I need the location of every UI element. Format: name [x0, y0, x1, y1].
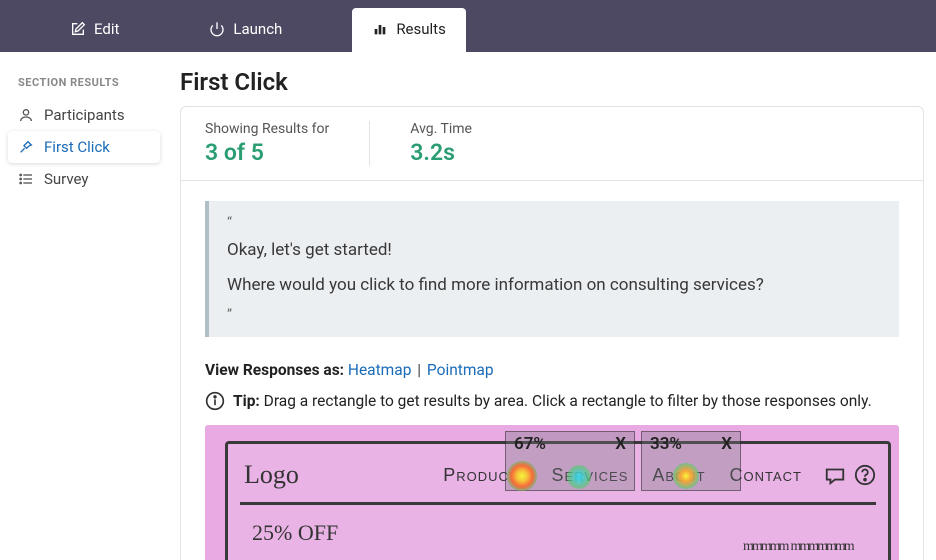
tab-edit[interactable]: Edit	[50, 8, 139, 52]
user-icon	[18, 107, 34, 123]
top-navigation: Edit Launch Results	[0, 0, 936, 52]
results-card: Showing Results for 3 of 5 Avg. Time 3.2…	[180, 106, 924, 560]
sidebar-item-label: Participants	[44, 106, 125, 124]
view-responses-row: View Responses as: Heatmap | Pointmap	[181, 357, 923, 383]
stat-avg-time-label: Avg. Time	[410, 121, 472, 137]
comment-icon	[824, 464, 846, 486]
view-heatmap-link[interactable]: Heatmap	[348, 361, 412, 379]
mockup-icons	[824, 464, 876, 486]
content: First Click Showing Results for 3 of 5 A…	[168, 52, 936, 560]
page-title: First Click	[180, 68, 924, 96]
sidebar-item-label: First Click	[44, 138, 110, 156]
sidebar-heading: SECTION RESULTS	[8, 72, 160, 99]
stat-avg-time-value: 3.2s	[410, 139, 472, 166]
task-quote: “ Okay, let's get started! Where would y…	[205, 201, 899, 337]
tab-results[interactable]: Results	[352, 8, 466, 52]
stat-avg-time: Avg. Time 3.2s	[410, 121, 512, 166]
tip-text: Drag a rectangle to get results by area.…	[264, 392, 872, 410]
view-pointmap-link[interactable]: Pointmap	[427, 361, 494, 379]
tab-launch[interactable]: Launch	[189, 8, 302, 52]
bar-chart-icon	[372, 21, 388, 37]
tab-launch-label: Launch	[233, 20, 282, 38]
sidebar-item-first-click[interactable]: First Click	[8, 131, 160, 163]
stat-showing-label: Showing Results for	[205, 121, 329, 137]
mockup-logo: Logo	[240, 460, 299, 490]
stats-row: Showing Results for 3 of 5 Avg. Time 3.2…	[181, 107, 923, 181]
stat-showing: Showing Results for 3 of 5	[205, 121, 370, 166]
view-separator: |	[417, 361, 421, 379]
list-icon	[18, 171, 34, 187]
hit-1-close[interactable]: X	[615, 434, 626, 454]
sidebar-item-survey[interactable]: Survey	[8, 163, 160, 195]
info-icon	[205, 391, 225, 411]
view-label: View Responses as:	[205, 361, 344, 379]
hit-2-percent: 33%	[650, 434, 682, 454]
tab-results-label: Results	[396, 20, 446, 38]
sidebar-item-participants[interactable]: Participants	[8, 99, 160, 131]
mockup-promo: 25% OFF	[252, 520, 338, 546]
sidebar-item-label: Survey	[44, 170, 89, 188]
edit-icon	[70, 21, 86, 37]
hit-2-close[interactable]: X	[721, 434, 732, 454]
mockup-divider	[240, 502, 876, 505]
pin-icon	[18, 139, 34, 155]
quote-line-2: Where would you click to find more infor…	[227, 272, 881, 299]
mockup-scribble-1: mmmmm mmmmmmm	[743, 539, 853, 555]
quote-close-icon: ”	[227, 307, 881, 323]
sidebar: SECTION RESULTS Participants First Click…	[0, 52, 168, 560]
tab-edit-label: Edit	[94, 20, 119, 38]
quote-line-1: Okay, let's get started!	[227, 237, 881, 264]
quote-open-icon: “	[227, 215, 881, 231]
power-icon	[209, 21, 225, 37]
tip-row: Tip: Drag a rectangle to get results by …	[181, 383, 923, 425]
heatmap-image[interactable]: Logo Products Services About Contact 25%…	[205, 425, 899, 560]
help-icon	[854, 464, 876, 486]
tip-label: Tip:	[233, 392, 260, 410]
stat-showing-value: 3 of 5	[205, 139, 329, 166]
hit-1-percent: 67%	[514, 434, 546, 454]
